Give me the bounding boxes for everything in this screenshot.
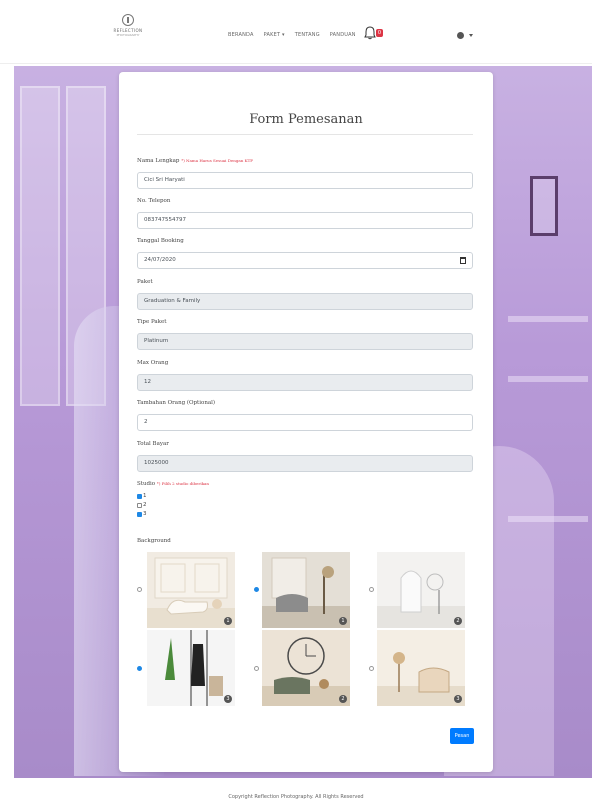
footer-copyright: Copyright Reflection Photography. All Ri… xyxy=(0,778,592,803)
studio-option-1[interactable]: 1 xyxy=(137,493,147,499)
background-number-badge: 2 xyxy=(339,695,347,703)
backdrop-lounge-chair-image xyxy=(377,630,465,706)
tambahan-label: Tambahan Orang (Optional) xyxy=(137,400,216,406)
divider xyxy=(137,134,473,135)
brand-logo[interactable]: REFLECTION PHOTOGRAPHY xyxy=(108,14,148,37)
background-image-5[interactable]: 2 xyxy=(262,630,350,706)
background-image-1[interactable]: 1 xyxy=(147,552,235,628)
tipe-input: Platinum xyxy=(137,333,473,350)
user-menu[interactable] xyxy=(457,32,473,39)
telepon-input[interactable]: 083747554797 xyxy=(137,212,473,229)
notification-button[interactable]: 0 xyxy=(364,26,386,40)
background-number-badge: 2 xyxy=(454,617,462,625)
bg-lantern xyxy=(530,176,558,236)
submit-button[interactable]: Pesan xyxy=(450,728,474,744)
studio-note: *) Pilih 2 studio diberikan xyxy=(156,481,209,486)
background-radio-4[interactable] xyxy=(137,666,142,671)
total-input: 1025000 xyxy=(137,455,473,472)
nama-note: *) Nama Harus Sesuai Dengan KTP xyxy=(181,158,254,163)
background-radio-5[interactable] xyxy=(254,666,259,671)
tanggal-input[interactable]: 24/07/2020 xyxy=(137,252,473,269)
tambahan-input[interactable]: 2 xyxy=(137,414,473,431)
form-title: Form Pemesanan xyxy=(249,112,363,127)
nav-item-tentang[interactable]: TENTANG xyxy=(295,32,320,38)
bg-shelf xyxy=(508,316,588,322)
background-number-badge: 1 xyxy=(339,617,347,625)
background-label: Background xyxy=(137,538,171,544)
nama-input[interactable]: Cici Sri Haryati xyxy=(137,172,473,189)
background-radio-3[interactable] xyxy=(369,587,374,592)
background-image-2[interactable]: 1 xyxy=(262,552,350,628)
bell-icon xyxy=(364,26,376,40)
paket-label: Paket xyxy=(137,279,153,285)
background-number-badge: 3 xyxy=(454,695,462,703)
logo-mark-icon xyxy=(122,14,134,26)
studio-option-2[interactable]: 2 xyxy=(137,502,147,508)
booking-form-card: Form Pemesanan Nama Lengkap *) Nama Haru… xyxy=(119,72,493,772)
background-radio-6[interactable] xyxy=(369,666,374,671)
paket-input: Graduation & Family xyxy=(137,293,473,310)
checkbox-checked[interactable] xyxy=(137,493,142,499)
nav-item-paket[interactable]: PAKET ▾ xyxy=(264,32,285,38)
nav-item-panduan[interactable]: PANDUAN xyxy=(330,32,356,38)
telepon-label: No. Telepon xyxy=(137,198,171,204)
studio-option-3[interactable]: 3 xyxy=(137,511,147,517)
background-number-badge: 1 xyxy=(224,617,232,625)
max-orang-input: 12 xyxy=(137,374,473,391)
nav-links: BERANDA PAKET ▾ TENTANG PANDUAN xyxy=(228,32,356,38)
background-number-badge: 3 xyxy=(224,695,232,703)
tipe-label: Tipe Paket xyxy=(137,319,167,325)
nav-item-beranda[interactable]: BERANDA xyxy=(228,32,254,38)
checkbox-checked[interactable] xyxy=(137,511,142,517)
notification-badge: 0 xyxy=(376,29,383,37)
bg-window xyxy=(20,86,60,406)
tanggal-label: Tanggal Booking xyxy=(137,238,184,244)
background-image-6[interactable]: 3 xyxy=(377,630,465,706)
caret-down-icon xyxy=(469,34,473,37)
tanggal-value: 24/07/2020 xyxy=(144,257,176,263)
navbar: REFLECTION PHOTOGRAPHY BERANDA PAKET ▾ T… xyxy=(0,0,592,64)
nama-label: Nama Lengkap *) Nama Harus Sesuai Dengan… xyxy=(137,158,254,164)
total-label: Total Bayar xyxy=(137,441,169,447)
background-radio-1[interactable] xyxy=(137,587,142,592)
background-image-4[interactable]: 3 xyxy=(147,630,235,706)
brand-sub: PHOTOGRAPHY xyxy=(116,33,140,37)
calendar-icon[interactable] xyxy=(460,257,466,264)
backdrop-armchair-image xyxy=(262,552,350,628)
backdrop-white-chair-image xyxy=(377,552,465,628)
checkbox-unchecked[interactable] xyxy=(137,502,142,508)
backdrop-dress-image xyxy=(147,630,235,706)
studio-label: Studio *) Pilih 2 studio diberikan xyxy=(137,481,209,487)
max-orang-label: Max Orang xyxy=(137,360,169,366)
background-image-3[interactable]: 2 xyxy=(377,552,465,628)
backdrop-sofa-image xyxy=(147,552,235,628)
backdrop-clock-image xyxy=(262,630,350,706)
bg-shelf xyxy=(508,376,588,382)
user-icon xyxy=(457,32,464,39)
background-radio-2[interactable] xyxy=(254,587,259,592)
